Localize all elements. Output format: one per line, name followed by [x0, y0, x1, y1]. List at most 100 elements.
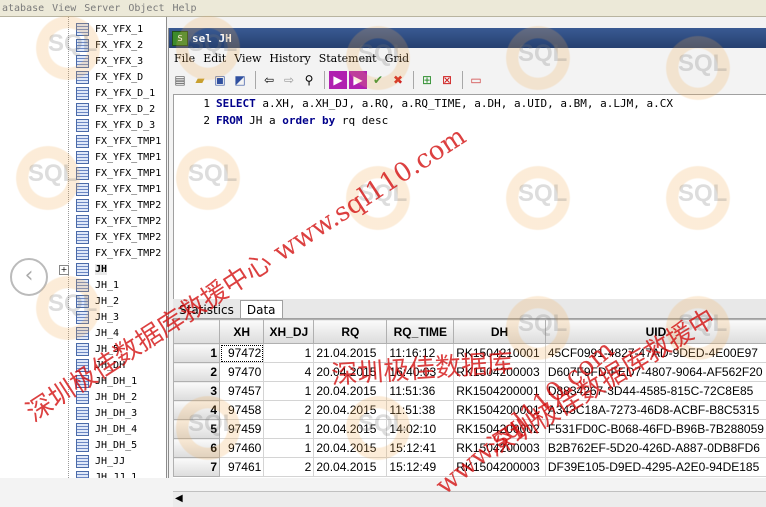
expand-icon[interactable]: + [59, 265, 69, 275]
table-cell[interactable]: RK1504200001 [454, 401, 546, 420]
table-row[interactable]: 297470420.04.201516:40:03RK1504200003D60… [174, 363, 766, 382]
table-cell[interactable]: 97472 [220, 344, 264, 363]
table-cell[interactable]: RK1504200001 [454, 382, 546, 401]
execute-script-icon[interactable]: ▶ [349, 71, 367, 89]
tree-item[interactable]: JH_DH [60, 357, 125, 373]
table-row[interactable]: 197472121.04.201511:16:12RK150421000145C… [174, 344, 766, 363]
save-icon[interactable]: ▣ [211, 71, 229, 89]
table-row[interactable]: 797461220.04.201515:12:49RK1504200003DF3… [174, 458, 766, 477]
tree-item[interactable]: FX_YFX_D_3 [60, 117, 155, 133]
tree-item[interactable]: FX_YFX_1 [60, 21, 143, 37]
table-cell[interactable]: 14:02:10 [387, 420, 454, 439]
window-titlebar[interactable]: S sel JH [169, 28, 766, 48]
tree-item[interactable]: JH_4 [60, 325, 119, 341]
row-number-header[interactable] [174, 320, 220, 344]
tree-item[interactable]: FX_YFX_2 [60, 37, 143, 53]
table-cell[interactable]: D8834267-3D44-4585-815C-72C8E85 [545, 382, 766, 401]
tree-item[interactable]: FX_YFX_TMP1 [60, 133, 161, 149]
table-cell[interactable]: 97461 [220, 458, 264, 477]
table-cell[interactable]: 20.04.2015 [314, 382, 387, 401]
table-row[interactable]: 597459120.04.201514:02:10RK1504200002F53… [174, 420, 766, 439]
menu-statement[interactable]: Statement [319, 52, 377, 65]
menu-view[interactable]: View [52, 3, 76, 14]
table-cell[interactable]: B2B762EF-5D20-426D-A887-0DB8FD6 [545, 439, 766, 458]
tree-item[interactable]: FX_YFX_TMP1 [60, 165, 161, 181]
tree-item[interactable]: FX_YFX_TMP2 [60, 197, 161, 213]
table-row[interactable]: 497458220.04.201511:51:38RK1504200001A34… [174, 401, 766, 420]
table-cell[interactable]: 97470 [220, 363, 264, 382]
table-cell[interactable]: 20.04.2015 [314, 363, 387, 382]
table-cell[interactable]: 20.04.2015 [314, 401, 387, 420]
forward-icon[interactable]: ⇨ [280, 71, 298, 89]
menu-grid[interactable]: Grid [385, 52, 410, 65]
column-header[interactable]: UID [545, 320, 766, 344]
menu-database[interactable]: atabase [2, 3, 44, 14]
table-cell[interactable]: 11:16:12 [387, 344, 454, 363]
tree-item[interactable]: FX_YFX_TMP2 [60, 229, 161, 245]
grid-options-icon[interactable]: ▭ [467, 71, 485, 89]
table-cell[interactable]: 97457 [220, 382, 264, 401]
tree-item[interactable]: JH_JJ_1 [60, 469, 137, 478]
tree-item[interactable]: FX_YFX_TMP1 [60, 149, 161, 165]
save-as-icon[interactable]: ◩ [231, 71, 249, 89]
table-cell[interactable]: 11:51:36 [387, 382, 454, 401]
table-cell[interactable]: RK1504200003 [454, 439, 546, 458]
commit-icon[interactable]: ✔ [369, 71, 387, 89]
table-cell[interactable]: 11:51:38 [387, 401, 454, 420]
tab-statistics[interactable]: Statistics [173, 301, 240, 318]
data-grid[interactable]: XHXH_DJRQRQ_TIMEDHUID 197472121.04.20151… [173, 319, 766, 478]
table-cell[interactable]: 15:12:49 [387, 458, 454, 477]
execute-icon[interactable]: ▶ [329, 71, 347, 89]
menu-edit[interactable]: Edit [203, 52, 226, 65]
tree-item[interactable]: JH_5 [60, 341, 119, 357]
table-cell[interactable]: RK1504200003 [454, 363, 546, 382]
menu-help[interactable]: Help [173, 3, 197, 14]
column-header[interactable]: XH_DJ [264, 320, 314, 344]
table-cell[interactable]: 4 [264, 363, 314, 382]
tree-item[interactable]: JH_2 [60, 293, 119, 309]
table-cell[interactable]: RK1504200002 [454, 420, 546, 439]
tree-item[interactable]: FX_YFX_TMP2 [60, 245, 161, 261]
tree-item[interactable]: JH_DH_5 [60, 437, 137, 453]
table-cell[interactable]: 21.04.2015 [314, 344, 387, 363]
table-row[interactable]: 697460120.04.201515:12:41RK1504200003B2B… [174, 439, 766, 458]
table-cell[interactable]: F531FD0C-B068-46FD-B96B-7B288059 [545, 420, 766, 439]
menu-object[interactable]: Object [128, 3, 164, 14]
table-cell[interactable]: 1 [264, 439, 314, 458]
tree-item[interactable]: FX_YFX_D [60, 69, 143, 85]
scroll-left-icon[interactable]: ◀ [175, 493, 183, 504]
tree-item[interactable]: FX_YFX_D_1 [60, 85, 155, 101]
back-nav-icon[interactable]: ‹ [10, 258, 48, 296]
tree-item[interactable]: JH_JJ [60, 453, 125, 469]
table-cell[interactable]: RK1504200003 [454, 458, 546, 477]
tree-item[interactable]: JH_DH_2 [60, 389, 137, 405]
tree-item[interactable]: JH_3 [60, 309, 119, 325]
grid-stop-icon[interactable]: ⊠ [438, 71, 456, 89]
table-cell[interactable]: 1 [264, 382, 314, 401]
column-header[interactable]: RQ_TIME [387, 320, 454, 344]
table-cell[interactable]: 20.04.2015 [314, 458, 387, 477]
find-icon[interactable]: ⚲ [300, 71, 318, 89]
tree-item[interactable]: JH_DH_3 [60, 405, 137, 421]
open-icon[interactable]: ▰ [191, 71, 209, 89]
menu-history[interactable]: History [269, 52, 310, 65]
table-cell[interactable]: A343C18A-7273-46D8-ACBF-B8C5315 [545, 401, 766, 420]
new-icon[interactable]: ▤ [171, 71, 189, 89]
table-cell[interactable]: 97459 [220, 420, 264, 439]
tree-item[interactable]: FX_YFX_D_2 [60, 101, 155, 117]
column-header[interactable]: RQ [314, 320, 387, 344]
tree-item[interactable]: FX_YFX_TMP1 [60, 181, 161, 197]
grid-refresh-icon[interactable]: ⊞ [418, 71, 436, 89]
object-tree[interactable]: FX_YFX_1FX_YFX_2FX_YFX_3FX_YFX_DFX_YFX_D… [0, 17, 167, 478]
table-cell[interactable]: 97458 [220, 401, 264, 420]
table-cell[interactable]: 2 [264, 458, 314, 477]
column-header[interactable]: DH [454, 320, 546, 344]
menu-file[interactable]: File [174, 52, 195, 65]
table-cell[interactable]: 2 [264, 401, 314, 420]
rollback-icon[interactable]: ✖ [389, 71, 407, 89]
sql-text-editor[interactable]: 1SELECT a.XH, a.XH_DJ, a.RQ, a.RQ_TIME, … [173, 94, 766, 301]
table-row[interactable]: 397457120.04.201511:51:36RK1504200001D88… [174, 382, 766, 401]
tree-item[interactable]: FX_YFX_3 [60, 53, 143, 69]
table-cell[interactable]: 15:12:41 [387, 439, 454, 458]
table-cell[interactable]: 20.04.2015 [314, 420, 387, 439]
